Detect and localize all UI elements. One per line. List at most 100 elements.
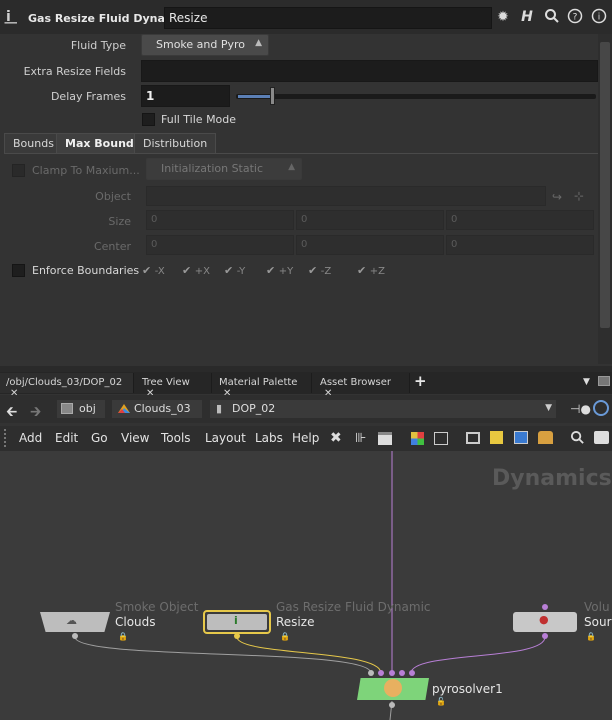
menu-view[interactable]: View [121, 431, 149, 445]
menu-go[interactable]: Go [91, 431, 108, 445]
tree-layout-icon[interactable]: ⊪ [355, 431, 366, 446]
smoke-object-name: Clouds [115, 615, 156, 629]
tab-tree-view[interactable]: Tree View ✕ [136, 373, 212, 399]
wire-resize [236, 636, 382, 674]
size-y-field[interactable]: 0 [296, 210, 444, 230]
center-y-field[interactable]: 0 [296, 235, 444, 255]
tab-bounds[interactable]: Bounds [4, 133, 63, 153]
breadcrumb-clouds[interactable]: Clouds_03 [112, 400, 202, 418]
menu-help[interactable]: Help [292, 431, 319, 445]
delay-frames-slider-track[interactable] [236, 94, 596, 99]
fluid-type-label: Fluid Type [70, 39, 126, 52]
input-connector[interactable] [542, 604, 548, 610]
center-z-field[interactable]: 0 [446, 235, 594, 255]
lock-icon: 🔒 [118, 632, 128, 641]
asset-icon[interactable] [538, 431, 553, 444]
scrollbar-thumb[interactable] [600, 42, 610, 328]
chevron-down-icon[interactable]: ▼ [545, 403, 552, 413]
breadcrumb-dop[interactable]: ▮ DOP_02 ▼ [210, 400, 556, 418]
search-icon[interactable] [543, 8, 561, 26]
help-h-icon[interactable]: H [518, 8, 536, 26]
axis-toggle-pos-z[interactable]: ✔ +Z [357, 264, 385, 277]
fluid-type-dropdown[interactable]: Smoke and Pyro ▲ [141, 34, 269, 56]
help-icon[interactable]: ? [566, 8, 584, 26]
resize-icon: i [234, 614, 238, 627]
axis-toggle-neg-x[interactable]: ✔ -X [142, 264, 165, 277]
wrench-icon[interactable]: ✖ [330, 430, 342, 446]
info-icon[interactable]: i [590, 8, 608, 26]
tab-asset-browser[interactable]: Asset Browser ✕ [314, 373, 410, 399]
object-input[interactable] [146, 186, 546, 206]
output-connector[interactable] [72, 633, 78, 639]
center-x-field[interactable]: 0 [146, 235, 294, 255]
source-icon: ● [539, 613, 549, 626]
breadcrumb-obj[interactable]: obj [57, 400, 105, 418]
tab-material-palette[interactable]: Material Palette ✕ [213, 373, 312, 399]
clamp-label: Clamp To Maxium... [32, 164, 140, 177]
svg-text:i: i [598, 13, 601, 23]
output-connector[interactable] [389, 702, 395, 708]
search-icon[interactable] [570, 430, 585, 448]
axis-label: +Z [369, 266, 385, 277]
maximize-pane-icon[interactable] [598, 376, 610, 386]
sticky-note-icon[interactable] [490, 431, 503, 444]
enforce-boundaries-checkbox[interactable] [12, 264, 25, 277]
size-x-field[interactable]: 0 [146, 210, 294, 230]
output-connector[interactable] [234, 633, 240, 639]
menu-labs[interactable]: Labs [255, 431, 283, 445]
delay-frames-slider-fill [238, 95, 272, 98]
pin-icon[interactable]: ⊣● [570, 402, 591, 416]
lock-icon: 🔒 [586, 632, 596, 641]
background-image-icon[interactable] [514, 431, 528, 444]
tab-distribution[interactable]: Distribution [134, 133, 217, 153]
geometry-object-icon [117, 403, 131, 418]
input-connector[interactable] [389, 670, 395, 676]
menu-tools[interactable]: Tools [161, 431, 191, 445]
jump-arrow-icon[interactable]: ↪ [552, 190, 562, 204]
input-connector[interactable] [368, 670, 374, 676]
breadcrumb-label: Clouds_03 [134, 402, 191, 415]
link-pane-icon[interactable] [593, 400, 609, 416]
add-tab-icon[interactable]: + [414, 372, 427, 390]
object-label: Object [95, 190, 131, 203]
axis-toggle-neg-z[interactable]: ✔ -Z [308, 264, 331, 277]
initialization-dropdown[interactable]: Initialization Static ▲ [146, 158, 302, 180]
axis-label: +X [194, 266, 210, 277]
delay-frames-slider-handle[interactable] [270, 87, 275, 105]
input-connector[interactable] [409, 670, 415, 676]
node-name-input[interactable]: Resize [164, 7, 492, 29]
input-connector[interactable] [399, 670, 405, 676]
output-connector[interactable] [542, 633, 548, 639]
parameter-header: i͟ Gas Resize Fluid Dynamic Resize ✹ H ?… [0, 0, 612, 34]
color-palette-icon[interactable] [411, 432, 424, 445]
clamp-checkbox[interactable] [12, 164, 25, 177]
delay-frames-label: Delay Frames [50, 90, 126, 103]
forward-arrow-icon[interactable]: 🡲 [30, 401, 41, 425]
extra-resize-fields-input[interactable] [141, 60, 598, 82]
lock-icon: 🔒 [280, 632, 290, 641]
gear-icon[interactable]: ✹ [494, 8, 512, 26]
axis-toggle-pos-y[interactable]: ✔ +Y [266, 264, 293, 277]
input-connector[interactable] [378, 670, 384, 676]
size-z-field[interactable]: 0 [446, 210, 594, 230]
pane-menu-icon[interactable]: ▼ [583, 377, 590, 387]
network-box-icon[interactable] [466, 432, 480, 444]
menu-edit[interactable]: Edit [55, 431, 78, 445]
full-tile-mode-checkbox[interactable] [142, 113, 155, 126]
lock-icon: 🔓 [436, 697, 446, 706]
node-chooser-icon[interactable]: ⊹ [574, 189, 584, 203]
axis-toggle-pos-x[interactable]: ✔ +X [182, 264, 210, 277]
tab-label: Asset Browser [320, 377, 392, 388]
shape-palette-icon[interactable] [434, 432, 448, 445]
list-view-icon[interactable] [378, 432, 392, 445]
axis-toggle-neg-y[interactable]: ✔ -Y [224, 264, 245, 277]
node-info-icon[interactable]: i͟ [6, 9, 20, 27]
camera-icon[interactable] [594, 431, 609, 444]
menu-add[interactable]: Add [19, 431, 42, 445]
parameter-scrollbar[interactable] [598, 34, 612, 364]
toolbar-grip[interactable] [4, 429, 12, 447]
delay-frames-input[interactable]: 1 [141, 85, 230, 107]
back-arrow-icon[interactable]: 🡰 [6, 401, 17, 425]
menu-layout[interactable]: Layout [205, 431, 246, 445]
tab-network-path[interactable]: /obj/Clouds_03/DOP_02 ✕ [0, 373, 134, 399]
